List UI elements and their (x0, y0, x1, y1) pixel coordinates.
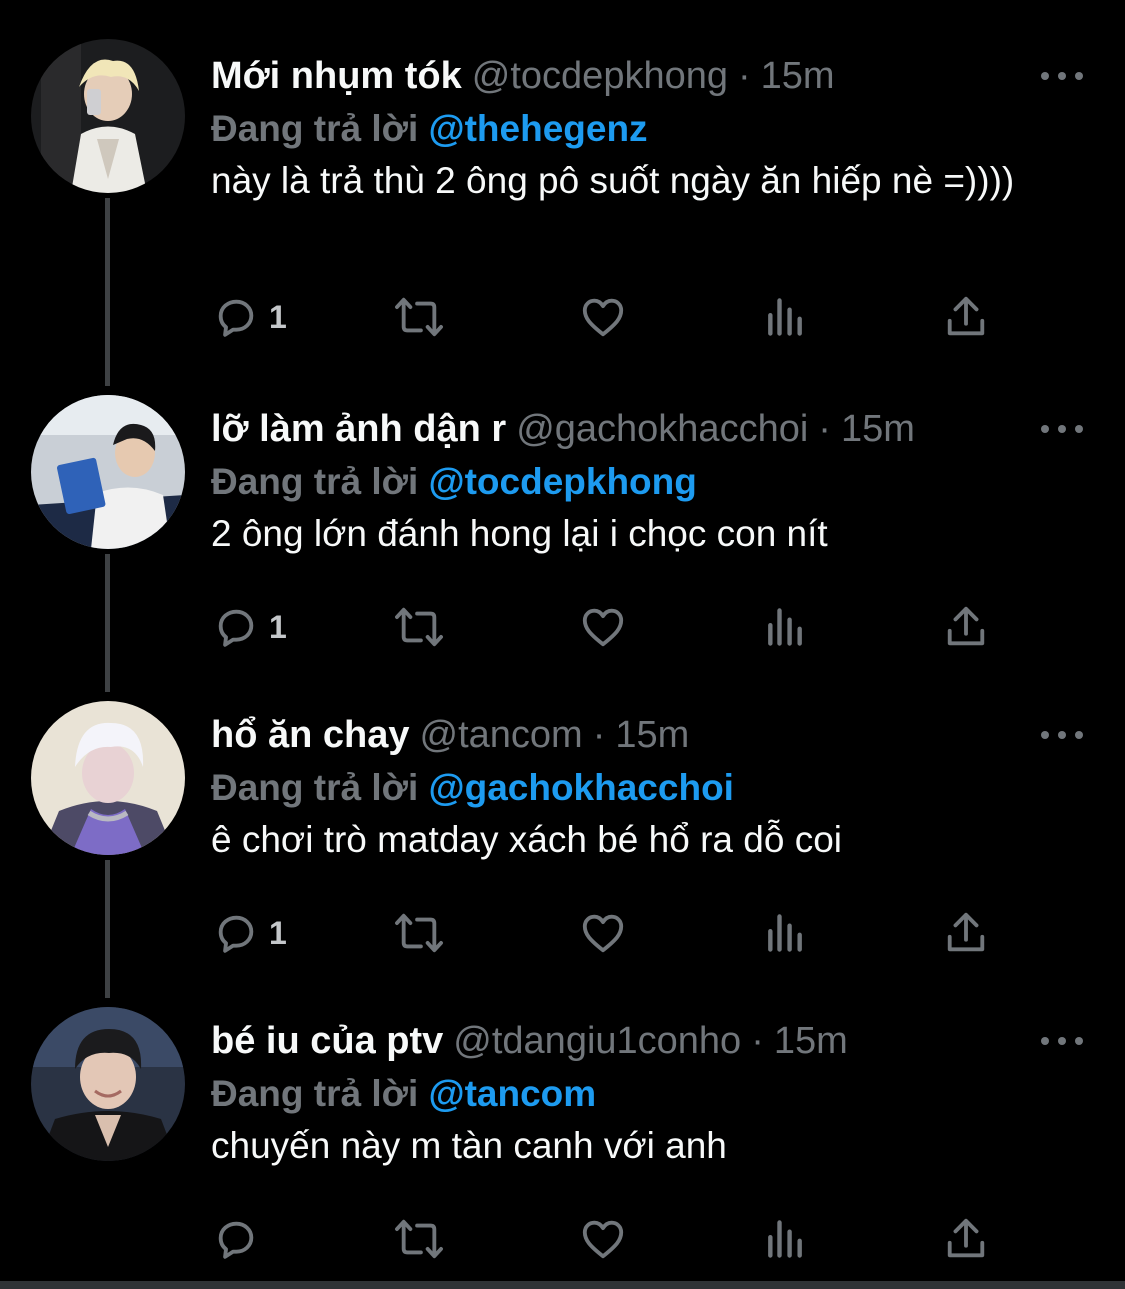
timestamp[interactable]: 15m (761, 55, 835, 97)
tweet-text: ê chơi trò matday xách bé hổ ra dỗ coi (211, 819, 842, 860)
avatar[interactable] (31, 39, 185, 193)
tweet-text: 2 ông lớn đánh hong lại i chọc con nít (211, 513, 828, 554)
tweet[interactable]: bé iu của ptv @tdangiu1conho · 15m Đang trả… (0, 975, 1125, 1281)
retweet-button[interactable] (393, 1215, 445, 1263)
like-button[interactable] (579, 1215, 627, 1263)
separator-dot: · (818, 408, 831, 450)
user-handle[interactable]: @tocdepkhong (472, 55, 728, 97)
avatar[interactable] (31, 395, 185, 549)
display-name[interactable]: bé iu của ptv (211, 1020, 443, 1062)
reply-context: Đang trả lời @gachokhacchoi (211, 763, 734, 813)
views-button[interactable] (763, 909, 807, 957)
like-icon (582, 914, 624, 953)
action-bar: 1 (213, 909, 1003, 969)
views-icon (768, 1220, 802, 1258)
tweet[interactable]: Mới nhụm tók @tocdepkhong · 15m Đang trả lờ… (0, 10, 1125, 337)
avatar[interactable] (31, 701, 185, 855)
action-bar: 1 (213, 603, 1003, 663)
reply-button[interactable]: 1 (213, 293, 287, 341)
share-button[interactable] (943, 603, 989, 651)
views-icon (768, 298, 802, 336)
timestamp[interactable]: 15m (841, 408, 915, 450)
reply-mention[interactable]: @tancom (429, 1073, 597, 1114)
views-button[interactable] (763, 293, 807, 341)
retweet-button[interactable] (393, 603, 445, 651)
tweet[interactable]: lỡ làm ảnh dận r @gachokhacchoi · 15m Đang … (0, 363, 1125, 669)
share-button[interactable] (943, 293, 989, 341)
more-icon[interactable] (1041, 421, 1083, 437)
share-button[interactable] (943, 909, 989, 957)
like-icon (582, 1220, 624, 1259)
reply-label: Đang trả lời (211, 767, 419, 808)
reply-label: Đang trả lời (211, 1073, 419, 1114)
reply-context: Đang trả lời @thehegenz (211, 104, 648, 154)
tweet-header: Mới nhụm tók @tocdepkhong · 15m (211, 48, 835, 104)
like-button[interactable] (579, 293, 627, 341)
reply-button[interactable] (213, 1215, 269, 1263)
avatar[interactable] (31, 1007, 185, 1161)
reply-label: Đang trả lời (211, 108, 419, 149)
reply-context: Đang trả lời @tocdepkhong (211, 457, 697, 507)
reply-count: 1 (269, 608, 287, 645)
user-handle[interactable]: @tancom (420, 714, 583, 756)
tweet-header: bé iu của ptv @tdangiu1conho · 15m (211, 1013, 848, 1069)
like-button[interactable] (579, 909, 627, 957)
tweet-text: chuyến này m tàn canh với anh (211, 1125, 727, 1166)
views-icon (768, 608, 802, 646)
reply-count: 1 (269, 298, 287, 335)
timestamp[interactable]: 15m (615, 714, 689, 756)
reply-button[interactable]: 1 (213, 909, 287, 957)
share-icon (947, 606, 985, 646)
reply-icon (218, 299, 254, 337)
separator-dot: · (592, 714, 606, 756)
retweet-icon (395, 913, 443, 953)
reply-mention[interactable]: @gachokhacchoi (429, 767, 734, 808)
like-icon (582, 298, 624, 337)
display-name[interactable]: hổ ăn chay (211, 714, 410, 756)
reply-mention[interactable]: @tocdepkhong (429, 461, 697, 502)
display-name[interactable]: lỡ làm ảnh dận r (211, 408, 506, 450)
views-button[interactable] (763, 603, 807, 651)
reply-count: 1 (269, 914, 287, 951)
share-button[interactable] (943, 1215, 989, 1263)
reply-button[interactable]: 1 (213, 603, 287, 651)
tweet-header: hổ ăn chay @tancom · 15m (211, 707, 689, 763)
more-icon[interactable] (1041, 727, 1083, 743)
action-bar (213, 1215, 1003, 1275)
user-handle[interactable]: @gachokhacchoi (516, 408, 808, 450)
reply-context: Đang trả lời @tancom (211, 1069, 596, 1119)
like-icon (582, 608, 624, 647)
user-handle[interactable]: @tdangiu1conho (453, 1020, 741, 1062)
share-icon (947, 912, 985, 952)
share-icon (947, 296, 985, 336)
reply-icon (218, 915, 254, 953)
views-icon (768, 914, 802, 952)
retweet-icon (395, 297, 443, 337)
reply-mention[interactable]: @thehegenz (429, 108, 648, 149)
reply-icon (218, 609, 254, 647)
action-bar: 1 (213, 293, 1003, 353)
separator-dot: · (751, 1020, 764, 1062)
share-icon (947, 1218, 985, 1258)
reply-icon (218, 1221, 254, 1259)
tweet[interactable]: hổ ăn chay @tancom · 15m Đang trả lời @gach… (0, 669, 1125, 975)
bottom-divider (0, 1281, 1125, 1289)
display-name[interactable]: Mới nhụm tók (211, 55, 462, 97)
separator-dot: · (737, 55, 751, 97)
retweet-button[interactable] (393, 909, 445, 957)
more-icon[interactable] (1041, 68, 1083, 84)
tweet-header: lỡ làm ảnh dận r @gachokhacchoi · 15m (211, 401, 915, 457)
more-icon[interactable] (1041, 1033, 1083, 1049)
tweet-text: này là trả thù 2 ông pô suốt ngày ăn hiế… (211, 160, 1015, 201)
retweet-icon (395, 607, 443, 647)
retweet-button[interactable] (393, 293, 445, 341)
retweet-icon (395, 1219, 443, 1259)
timestamp[interactable]: 15m (774, 1020, 848, 1062)
views-button[interactable] (763, 1215, 807, 1263)
like-button[interactable] (579, 603, 627, 651)
reply-label: Đang trả lời (211, 461, 419, 502)
